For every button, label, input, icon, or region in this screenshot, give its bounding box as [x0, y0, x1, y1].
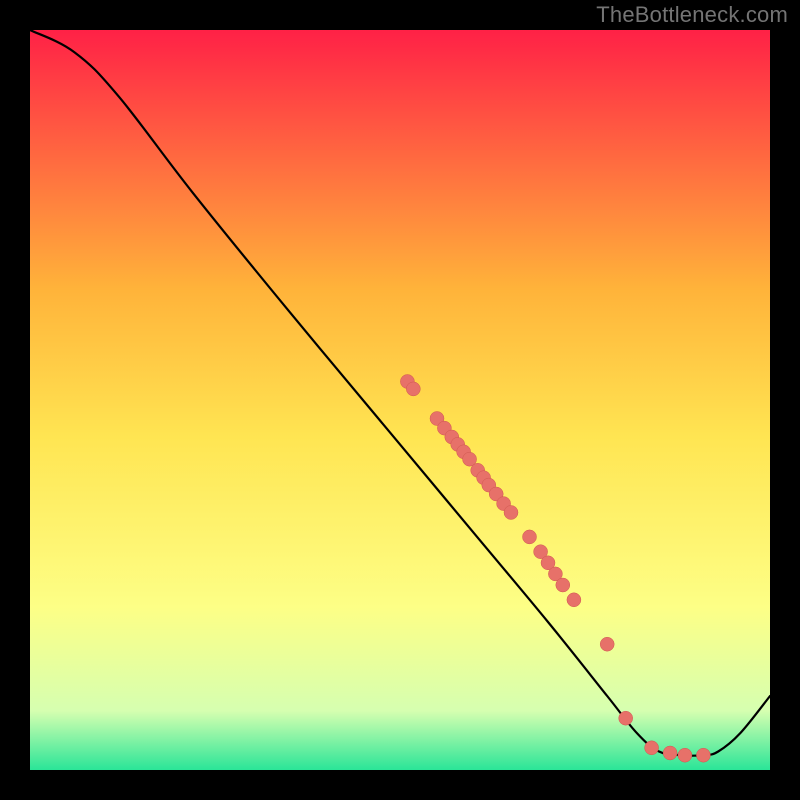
data-point	[556, 578, 570, 592]
data-point	[619, 711, 633, 725]
data-point	[696, 748, 710, 762]
plot-area	[30, 30, 770, 770]
data-point	[567, 593, 581, 607]
data-point	[663, 746, 677, 760]
data-point	[600, 637, 614, 651]
chart-frame: TheBottleneck.com	[0, 0, 800, 800]
data-point	[678, 748, 692, 762]
gradient-background	[30, 30, 770, 770]
data-point	[645, 741, 659, 755]
data-point	[504, 505, 518, 519]
chart-svg	[30, 30, 770, 770]
watermark-text: TheBottleneck.com	[596, 2, 788, 28]
data-point	[406, 382, 420, 396]
data-point	[523, 530, 537, 544]
